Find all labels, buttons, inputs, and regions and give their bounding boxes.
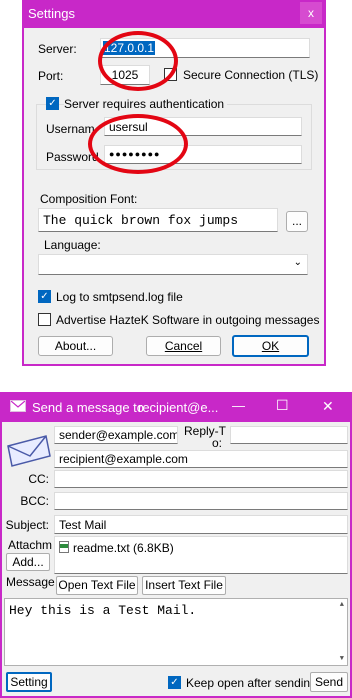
chevron-down-icon: ⌄ (293, 257, 302, 268)
keep-open-checkbox[interactable]: ✓ (168, 676, 181, 689)
subject-label: Subject: (5, 518, 49, 532)
send-message-dialog: Send a message to recipient@e... — ☐ ✕ s… (0, 392, 352, 698)
auth-label: Server requires authentication (64, 97, 228, 111)
secure-connection-label: Secure Connection (TLS) (183, 68, 319, 82)
settings-titlebar[interactable]: Settings x (22, 0, 326, 28)
font-sample-text: The quick brown fox jumps (43, 213, 239, 228)
server-label: Server: (38, 42, 77, 56)
attachment-list[interactable]: readme.txt (6.8KB) (54, 536, 348, 574)
cancel-button[interactable]: Cancel (146, 336, 221, 356)
settings-title: Settings (28, 6, 75, 21)
file-arrow-icon (60, 544, 68, 548)
send-title-prefix: Send a message to (32, 400, 145, 415)
reply-to-input[interactable] (230, 426, 348, 444)
scroll-up-icon[interactable]: ▲ (340, 601, 344, 609)
settings-close-button[interactable]: x (300, 2, 322, 24)
envelope-icon (10, 400, 26, 412)
send-title-recipient: recipient@e... (138, 400, 219, 415)
from-input[interactable]: sender@example.com (54, 426, 178, 444)
close-icon[interactable]: ✕ (322, 398, 334, 415)
file-icon (59, 541, 69, 553)
open-text-file-button[interactable]: Open Text File (56, 576, 138, 595)
font-browse-button[interactable]: ... (286, 211, 308, 232)
cc-input[interactable] (54, 470, 348, 488)
username-label: Usernam (46, 122, 95, 136)
send-titlebar[interactable]: Send a message to recipient@e... — ☐ ✕ (0, 392, 352, 422)
scroll-down-icon[interactable]: ▼ (340, 655, 344, 663)
reply-to-label-suffix: o: (212, 436, 223, 450)
add-attachment-button[interactable]: Add... (6, 553, 50, 571)
minimize-icon[interactable]: — (232, 398, 245, 413)
send-client-area: sender@example.com Reply-T o: recipient@… (2, 422, 350, 696)
annotation-ring-credentials (88, 114, 188, 174)
advertise-checkbox[interactable] (38, 313, 51, 326)
composition-font-label: Composition Font: (40, 192, 138, 206)
advertise-label: Advertise HazteK Software in outgoing me… (56, 313, 320, 327)
attachments-label: Attachm (8, 538, 53, 552)
message-body[interactable]: Hey this is a Test Mail. ▲ ▼ (4, 598, 348, 666)
mail-envelope-icon (7, 435, 51, 467)
message-label: Message (6, 575, 55, 589)
maximize-icon[interactable]: ☐ (276, 397, 289, 414)
subject-input[interactable]: Test Mail (54, 515, 348, 534)
setting-button[interactable]: Setting (6, 672, 52, 692)
about-button[interactable]: About... (38, 336, 113, 356)
subject-value: Test Mail (59, 518, 107, 532)
message-body-text: Hey this is a Test Mail. (9, 603, 197, 618)
font-sample-box: The quick brown fox jumps (38, 208, 278, 232)
bcc-label: BCC: (20, 494, 49, 508)
ok-button[interactable]: OK (232, 335, 309, 357)
port-label: Port: (38, 69, 64, 83)
language-label: Language: (44, 238, 101, 252)
keep-open-label: Keep open after sending (186, 676, 317, 690)
annotation-ring-server (98, 31, 178, 91)
send-button[interactable]: Send (310, 672, 348, 692)
cc-label: CC: (28, 472, 49, 486)
to-value: recipient@example.com (59, 452, 188, 466)
log-checkbox[interactable]: ✓ (38, 290, 51, 303)
log-label: Log to smtpsend.log file (56, 290, 183, 304)
auth-checkbox[interactable]: ✓ (46, 97, 59, 110)
insert-text-file-button[interactable]: Insert Text File (142, 576, 226, 595)
settings-dialog: Settings x Server: 127.0.0.1 Port: 1025 … (22, 0, 326, 366)
bcc-input[interactable] (54, 492, 348, 510)
settings-client-area: Server: 127.0.0.1 Port: 1025 Secure Conn… (24, 28, 324, 364)
to-input[interactable]: recipient@example.com (54, 450, 348, 468)
from-value: sender@example.com (59, 428, 178, 442)
language-select[interactable]: ⌄ (38, 254, 308, 275)
attachment-item[interactable]: readme.txt (6.8KB) (73, 541, 174, 555)
